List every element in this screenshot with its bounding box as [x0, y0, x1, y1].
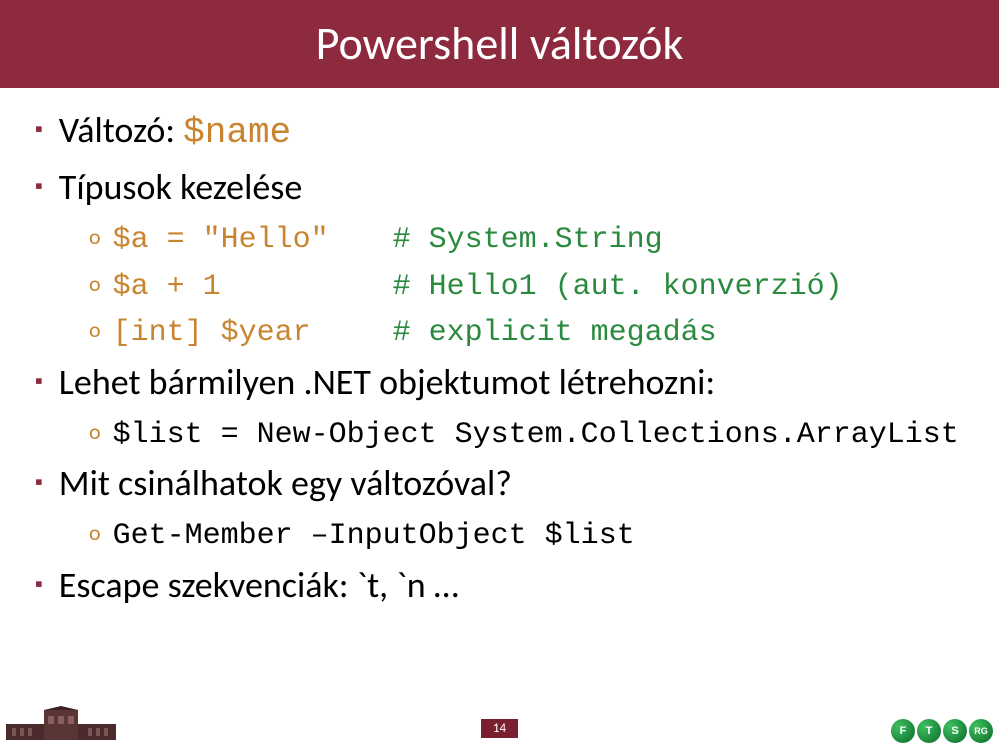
code-line: [int] $year# explicit megadás: [113, 313, 717, 354]
comment-auto-convert: # Hello1 (aut. konverzió): [393, 270, 843, 304]
square-bullet-icon: ▪: [35, 471, 43, 493]
escape-examples: `t, `n …: [357, 563, 459, 607]
comment-explicit: # explicit megadás: [393, 316, 717, 350]
circle-bullet-icon: o: [89, 421, 101, 443]
bullet-escape: ▪ Escape szekvenciák: `t, `n …: [35, 563, 964, 608]
sub-bullet-concat: o $a + 1# Hello1 (aut. konverzió): [89, 267, 964, 308]
square-bullet-icon: ▪: [35, 573, 43, 595]
sub-bullet-string: o $a = "Hello"# System.String: [89, 220, 964, 261]
logo-circle-f: F: [891, 719, 915, 743]
bme-logo: [6, 706, 116, 747]
slide-title: Powershell változók: [316, 16, 684, 72]
square-bullet-icon: ▪: [35, 118, 43, 140]
variable-name-code: $name: [183, 112, 291, 153]
bullet-types-label: Típusok kezelése: [59, 165, 302, 210]
logo-circle-s: S: [943, 719, 967, 743]
code-concat: $a + 1: [113, 267, 393, 308]
code-new-object: $list = New-Object System.Collections.Ar…: [113, 415, 959, 456]
code-line: $a = "Hello"# System.String: [113, 220, 663, 261]
square-bullet-icon: ▪: [35, 175, 43, 197]
circle-bullet-icon: o: [89, 273, 101, 295]
logo-circle-rg: RG: [969, 719, 993, 743]
code-int-year: [int] $year: [113, 313, 393, 354]
bullet-dotnet-object: ▪ Lehet bármilyen .NET objektumot létreh…: [35, 360, 964, 405]
sub-bullet-get-member: o Get-Member –InputObject $list: [89, 516, 964, 557]
ftsrg-logo: F T S RG: [891, 719, 993, 743]
building-icon: [6, 706, 116, 742]
bullet-what-can-do: ▪ Mit csinálhatok egy változóval?: [35, 461, 964, 506]
circle-bullet-icon: o: [89, 319, 101, 341]
bullet-dotnet-label: Lehet bármilyen .NET objektumot létrehoz…: [59, 360, 715, 405]
slide-footer: 14 F T S RG: [0, 707, 999, 749]
page-number: 14: [481, 719, 518, 738]
code-line: $a + 1# Hello1 (aut. konverzió): [113, 267, 843, 308]
code-get-member: Get-Member –InputObject $list: [113, 516, 635, 557]
escape-label: Escape szekvenciák:: [59, 563, 357, 607]
bullet-types: ▪ Típusok kezelése: [35, 165, 964, 210]
circle-bullet-icon: o: [89, 522, 101, 544]
bullet-text: Változó: $name: [59, 108, 291, 155]
bullet-what-label: Mit csinálhatok egy változóval?: [59, 461, 512, 506]
code-assign-hello: $a = "Hello": [113, 220, 393, 261]
slide-title-bar: Powershell változók: [0, 0, 999, 88]
sub-bullet-explicit-type: o [int] $year# explicit megadás: [89, 313, 964, 354]
bullet-text: Escape szekvenciák: `t, `n …: [59, 563, 459, 608]
slide-content: ▪ Változó: $name ▪ Típusok kezelése o $a…: [0, 88, 999, 608]
bullet-variable: ▪ Változó: $name: [35, 108, 964, 155]
logo-circle-t: T: [917, 719, 941, 743]
comment-system-string: # System.String: [393, 223, 663, 257]
square-bullet-icon: ▪: [35, 370, 43, 392]
bullet-variable-label: Változó:: [59, 108, 183, 152]
circle-bullet-icon: o: [89, 226, 101, 248]
sub-bullet-new-object: o $list = New-Object System.Collections.…: [89, 415, 964, 456]
